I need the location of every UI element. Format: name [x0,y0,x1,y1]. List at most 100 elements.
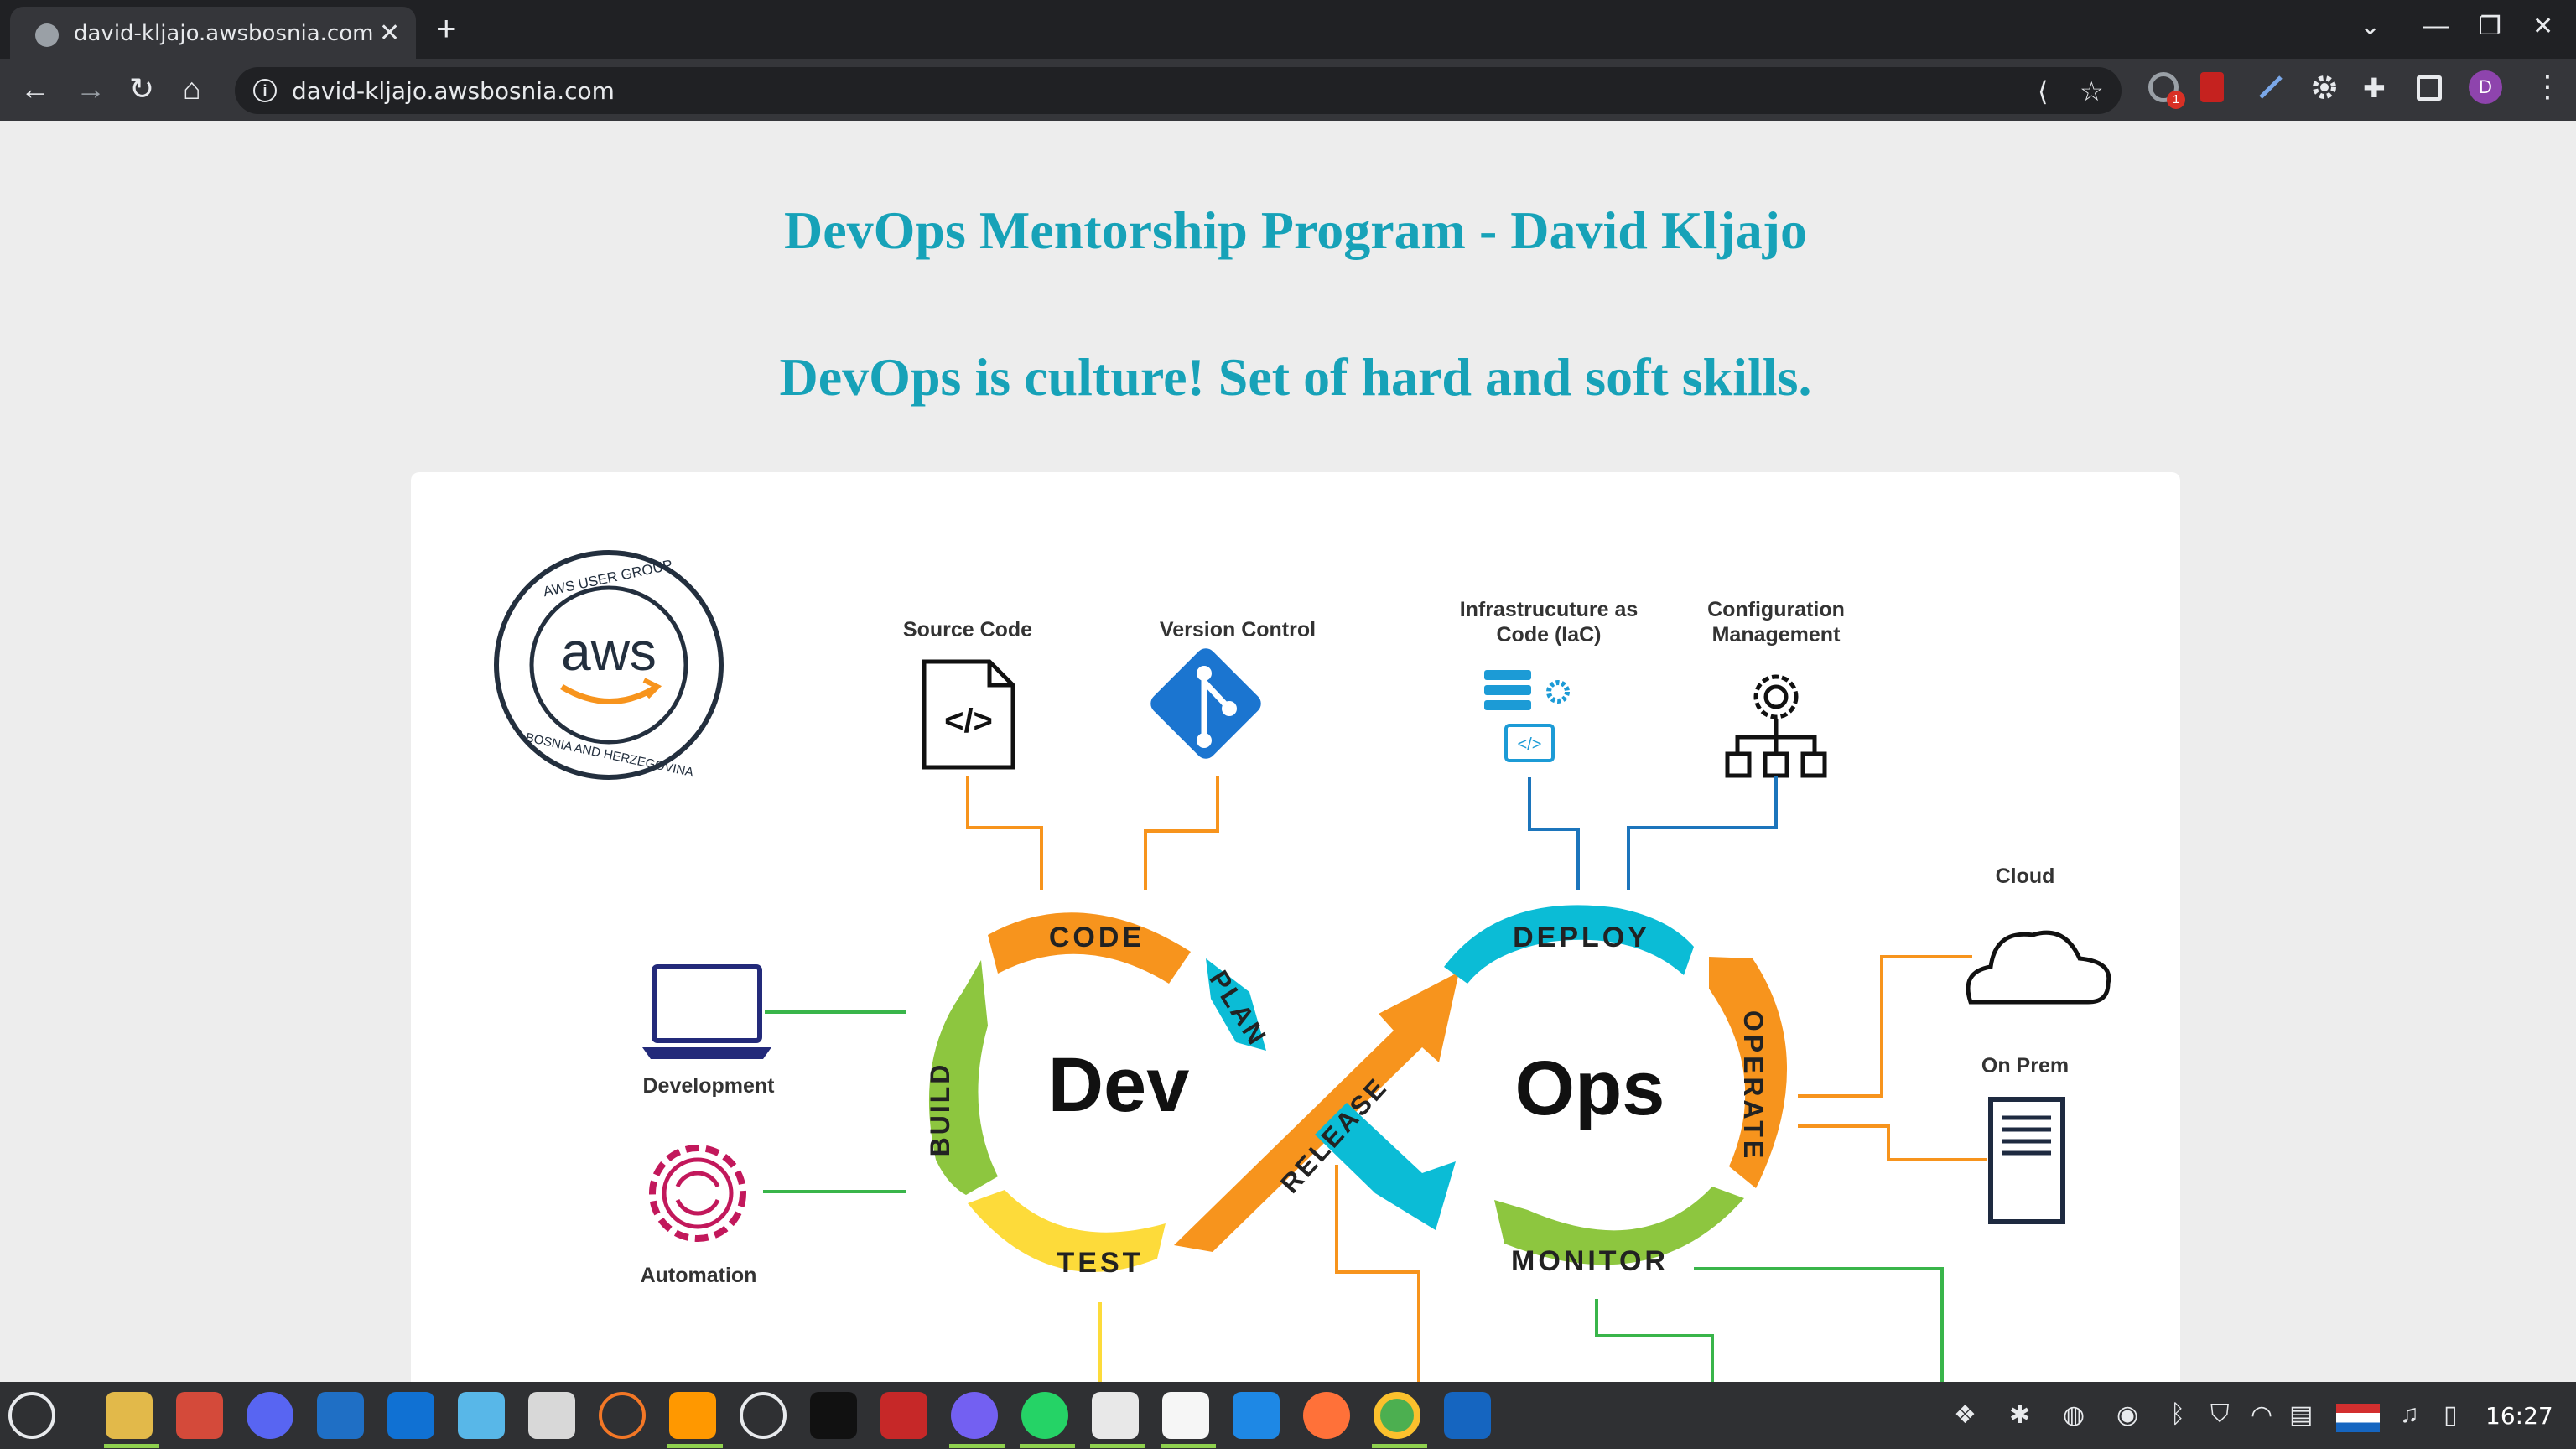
red-terminal-icon[interactable] [880,1392,927,1439]
keyboard-layout-flag-icon[interactable] [2336,1404,2380,1432]
automation-gear-icon [649,1145,746,1242]
wireshark-icon[interactable] [317,1392,364,1439]
dropbox-icon[interactable]: ❖ [1954,1400,1976,1430]
terminal-icon[interactable] [810,1392,857,1439]
clock[interactable]: 16:27 [2485,1402,2553,1430]
mint-menu-icon[interactable] [8,1392,55,1439]
gimp-icon[interactable] [176,1392,223,1439]
edge-icon[interactable] [458,1392,505,1439]
extension-pdf-icon[interactable] [2200,72,2224,102]
operate-label: OPERATE [1738,1010,1768,1161]
page-subtitle: DevOps is culture! Set of hard and soft … [779,347,1812,407]
viber-icon[interactable] [951,1392,998,1439]
globe-icon [35,23,59,47]
whatsapp-active-indicator [1020,1444,1075,1448]
tab-close-icon[interactable]: ✕ [379,18,400,48]
browser-tab-bar: david-kljajo.awsbosnia.com ✕ + ⌄ — ❐ ✕ [0,0,2576,59]
on-prem-server-icon [1988,1097,2065,1224]
extension-badge: 1 [2167,91,2185,109]
profile-avatar[interactable]: D [2469,70,2502,104]
cloud-label: Cloud [1996,865,2055,888]
aws-user-group-logo: aws AWS USER GROUP BOSNIA AND HERZEGOVIN… [494,550,724,780]
configuration-hierarchy-icon [1725,674,1827,778]
slack-active-indicator [1090,1444,1145,1448]
monitor-label: MONITOR [1511,1245,1669,1277]
test-label: TEST [1057,1247,1144,1279]
slack-tray-icon[interactable]: ✱ [2009,1400,2030,1430]
share-icon[interactable]: ⟨ [2038,75,2048,107]
chrome-active-indicator [1372,1444,1427,1448]
config-mgmt-label-line2: Management [1712,623,1841,647]
minimize-icon[interactable]: — [2423,12,2449,40]
bluetooth-icon[interactable]: ᛒ [2170,1400,2185,1429]
vscode-icon[interactable] [1233,1392,1280,1439]
iac-server-icon: </> [1484,670,1570,762]
devops-infinity-diagram: aws AWS USER GROUP BOSNIA AND HERZEGOVIN… [494,550,2111,1449]
shield-icon[interactable]: ⛉ [2210,1400,2230,1429]
build-label: BUILD [925,1062,955,1157]
ops-label: Ops [1515,1046,1665,1131]
wifi-icon[interactable]: ◠ [2251,1400,2272,1430]
files-icon[interactable] [106,1392,153,1439]
laptop-icon [642,964,771,1059]
development-label: Development [643,1074,776,1098]
drawing-icon[interactable] [1162,1392,1209,1439]
joplin-icon[interactable] [387,1392,434,1439]
extension-pen-icon[interactable] [2256,72,2286,102]
address-bar[interactable]: i david-kljajo.awsbosnia.com ⟨ ☆ [235,67,2122,114]
browser-menu-icon[interactable]: ⋮ [2532,69,2563,104]
window-close-icon[interactable]: ✕ [2532,12,2553,41]
site-info-icon[interactable]: i [253,79,277,102]
tab-title: david-kljajo.awsbosnia.com [74,21,374,46]
svg-text:</>: </> [944,703,993,740]
firefox-icon[interactable] [1303,1392,1350,1439]
reload-icon[interactable]: ↻ [129,72,154,106]
sublime-icon[interactable] [669,1392,716,1439]
music-icon[interactable]: ♫ [2400,1400,2419,1429]
code-label: CODE [1049,922,1145,953]
page-title: DevOps Mentorship Program - David Kljajo [783,200,1808,260]
bookmark-star-icon[interactable]: ☆ [2080,75,2104,107]
back-icon[interactable]: ← [20,72,50,106]
files-active-indicator [104,1444,159,1448]
tab-search-icon[interactable]: ⌄ [2360,12,2381,41]
home-icon[interactable]: ⌂ [183,72,201,106]
notes-icon[interactable] [1444,1392,1491,1439]
viber-tray-icon[interactable]: ◍ [2063,1400,2085,1430]
source-code-file-icon: </> [922,659,1015,770]
git-icon [1150,648,1261,759]
jupyter-icon[interactable] [599,1392,646,1439]
spider-icon[interactable] [740,1392,787,1439]
whatsapp-tray-icon[interactable]: ◉ [2116,1400,2138,1430]
side-panel-icon[interactable] [2417,75,2442,101]
on-prem-label: On Prem [1981,1054,2069,1078]
new-tab-button[interactable]: + [436,10,457,47]
text-editor-icon[interactable] [528,1392,575,1439]
cloud-icon [1966,930,2111,1005]
config-mgmt-label-line1: Configuration [1707,598,1845,621]
forward-icon[interactable]: → [75,72,106,106]
iac-label-line2: Code (IaC) [1497,623,1602,647]
slack-icon[interactable] [1092,1392,1139,1439]
source-code-label: Source Code [903,618,1032,641]
automation-label: Automation [641,1264,757,1287]
browser-toolbar: ← → ↻ ⌂ i david-kljajo.awsbosnia.com ⟨ ☆ [0,59,2576,121]
extension-gear-icon[interactable] [2309,72,2340,102]
dev-label: Dev [1048,1042,1190,1128]
battery-icon[interactable]: ▯ [2444,1400,2458,1430]
whatsapp-icon[interactable] [1021,1392,1068,1439]
notes-tray-icon[interactable]: ▤ [2289,1400,2313,1430]
browser-tab[interactable]: david-kljajo.awsbosnia.com ✕ [10,7,416,59]
extensions-puzzle-icon[interactable]: ✚ [2363,72,2393,103]
deploy-label: DEPLOY [1513,922,1650,953]
sublime-active-indicator [667,1444,723,1448]
svg-text:</>: </> [1518,735,1542,754]
url-text[interactable]: david-kljajo.awsbosnia.com [292,77,615,105]
chrome-icon[interactable] [1374,1392,1420,1439]
restore-icon[interactable]: ❐ [2479,12,2501,41]
devops-diagram-card: aws AWS USER GROUP BOSNIA AND HERZEGOVIN… [411,472,2180,1449]
version-control-label: Version Control [1160,618,1316,641]
os-taskbar [0,1382,2576,1449]
iac-label-line1: Infrastrucuture as [1460,598,1639,621]
discord-icon[interactable] [247,1392,293,1439]
